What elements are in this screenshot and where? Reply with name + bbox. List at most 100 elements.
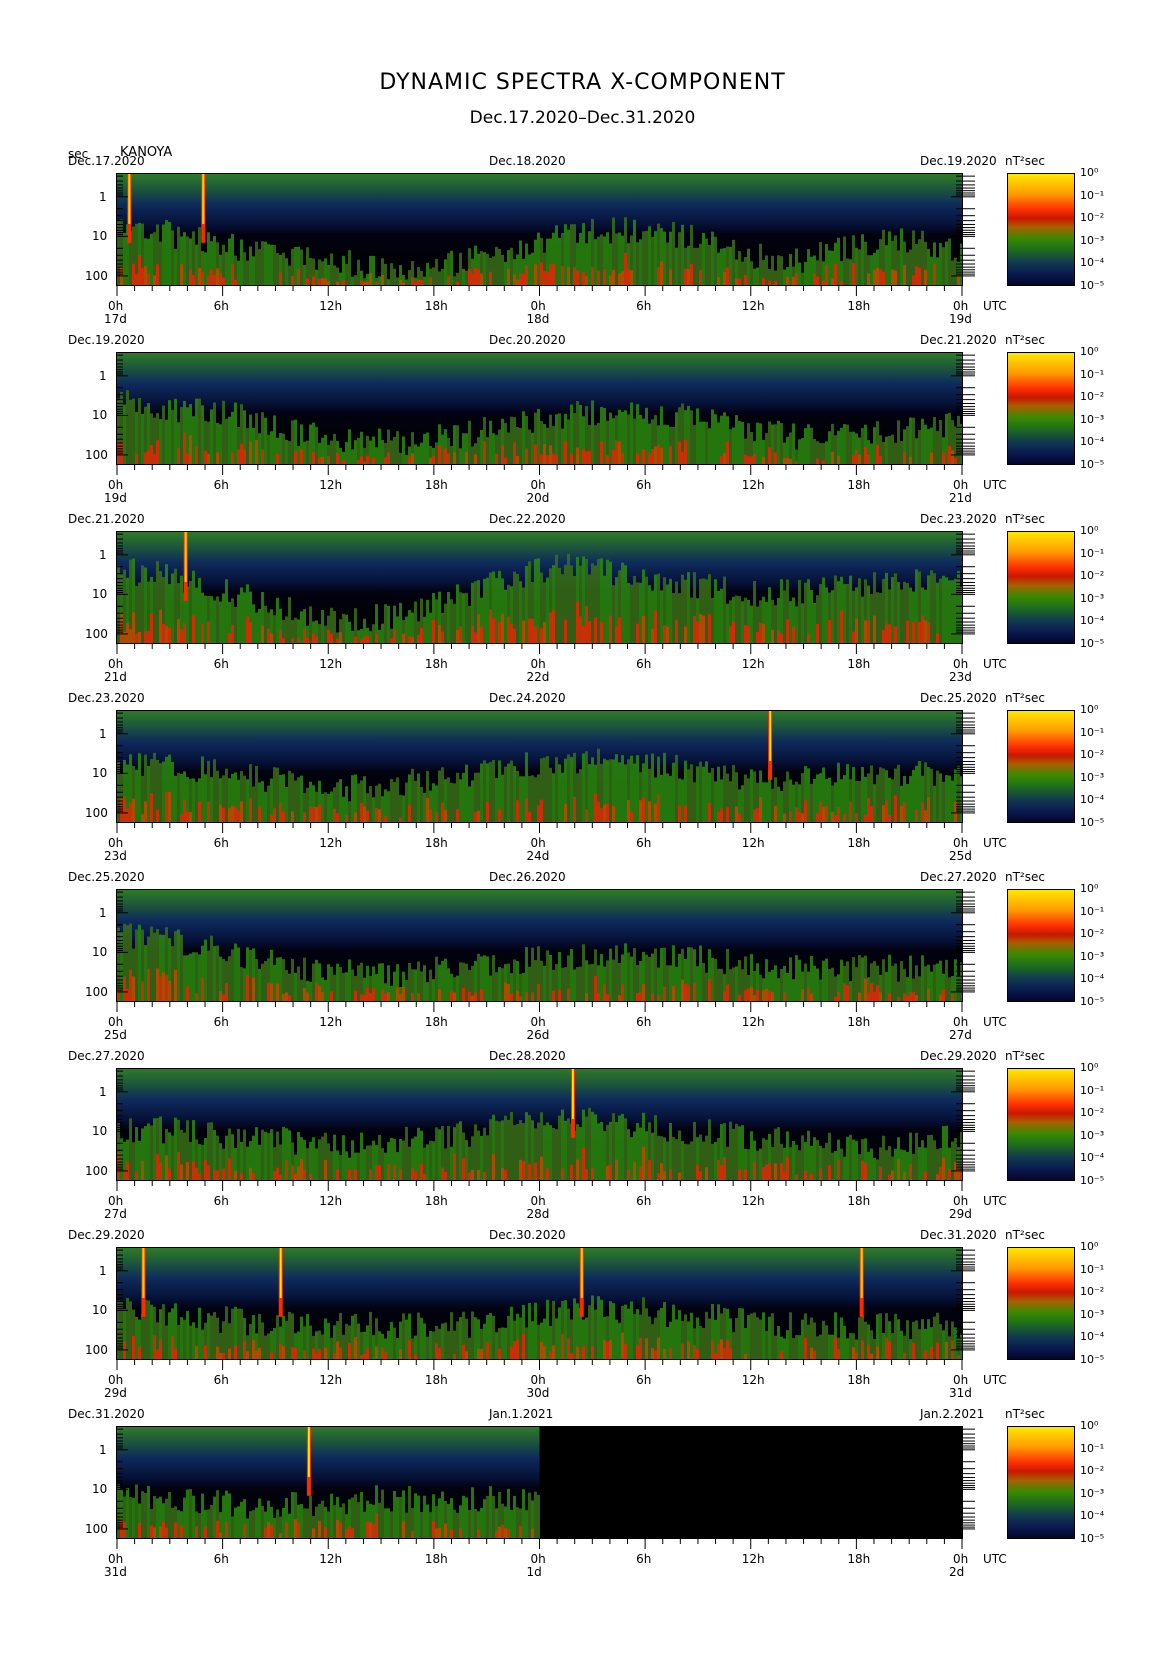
activity-column [813, 1137, 816, 1180]
high-power-patch [267, 1522, 270, 1538]
activity-column [723, 765, 726, 822]
activity-column [945, 959, 948, 1001]
high-power-patch [186, 1162, 189, 1180]
activity-column [243, 775, 246, 822]
activity-column [603, 1131, 606, 1180]
high-power-patch [549, 264, 552, 285]
activity-column [225, 1135, 228, 1180]
activity-column [165, 220, 168, 285]
high-power-patch [942, 452, 945, 464]
activity-column [480, 763, 483, 822]
high-power-patch [906, 620, 909, 643]
high-power-patch [186, 453, 189, 464]
high-power-patch [414, 1354, 417, 1359]
high-power-patch [189, 269, 192, 285]
high-power-patch [132, 263, 135, 285]
activity-column [633, 219, 636, 285]
activity-column [837, 581, 840, 643]
x-tick-label: 6h [213, 1015, 229, 1029]
high-power-patch [381, 988, 384, 1001]
high-power-patch [363, 281, 366, 285]
activity-column [510, 760, 513, 822]
high-power-patch [474, 812, 477, 822]
high-power-patch [864, 1162, 867, 1180]
activity-column [873, 784, 876, 822]
activity-column [486, 956, 489, 1001]
x-tick-label: 18h [847, 1015, 871, 1029]
activity-column [732, 1332, 735, 1359]
activity-column [762, 782, 765, 822]
day-label: 17d [104, 312, 127, 326]
high-power-patch [411, 277, 414, 285]
high-power-patch [123, 631, 126, 643]
panel-mid-date: Dec.24.2020 [489, 691, 566, 705]
high-power-patch [690, 264, 693, 285]
y-tick-label: 10 [92, 1303, 108, 1318]
activity-column [777, 1326, 780, 1359]
colorbar-unit-label: nT²sec [1005, 691, 1045, 705]
high-power-patch [726, 267, 729, 285]
high-power-patch [642, 984, 645, 1001]
activity-column [603, 407, 606, 464]
high-power-patch [825, 265, 828, 285]
activity-column [936, 963, 939, 1001]
activity-column [279, 957, 282, 1001]
activity-column [546, 756, 549, 822]
activity-column [417, 1312, 420, 1359]
activity-column [687, 769, 690, 822]
activity-column [234, 402, 237, 464]
high-power-patch [759, 622, 762, 643]
activity-column [684, 1143, 687, 1180]
activity-column [528, 254, 531, 285]
activity-column [300, 611, 303, 643]
activity-column [528, 966, 531, 1001]
activity-column [450, 1146, 453, 1180]
high-power-patch [654, 1350, 657, 1359]
activity-column [441, 960, 444, 1001]
high-power-patch [534, 1162, 537, 1180]
activity-column [753, 1312, 756, 1359]
high-power-patch [375, 633, 378, 643]
activity-column [558, 1115, 561, 1180]
activity-column [528, 429, 531, 464]
activity-column [711, 957, 714, 1001]
high-power-patch [633, 1162, 636, 1180]
high-power-patch [762, 990, 765, 1001]
x-tick-label: 12h [741, 299, 765, 313]
high-power-patch [864, 814, 867, 822]
high-power-patch [924, 1350, 927, 1359]
activity-column [633, 418, 636, 464]
activity-column [960, 423, 962, 464]
high-power-patch [651, 993, 654, 1001]
activity-column [480, 430, 483, 464]
activity-column [906, 426, 909, 464]
high-power-patch [618, 441, 621, 464]
high-power-patch [321, 456, 324, 464]
activity-column [909, 587, 912, 643]
high-power-patch [837, 992, 840, 1001]
high-power-patch [819, 1168, 822, 1180]
activity-column [618, 1322, 621, 1359]
high-power-patch [582, 272, 585, 285]
activity-column [240, 587, 243, 643]
high-power-patch [138, 1522, 141, 1538]
activity-column [819, 584, 822, 643]
high-power-patch [429, 809, 432, 822]
activity-column [174, 568, 177, 643]
high-power-patch [477, 810, 480, 822]
high-power-patch [636, 1344, 639, 1359]
activity-column [117, 1484, 120, 1538]
activity-column [873, 427, 876, 464]
high-power-patch [471, 625, 474, 643]
high-power-patch [255, 440, 258, 464]
activity-column [612, 1113, 615, 1180]
activity-column [261, 781, 264, 822]
x-tick-label: 0h [530, 1015, 546, 1029]
activity-column [600, 1122, 603, 1180]
activity-column [156, 1498, 159, 1538]
activity-column [873, 1338, 876, 1359]
high-power-patch [456, 629, 459, 643]
high-power-patch [147, 630, 150, 643]
high-power-patch [852, 631, 855, 643]
activity-column [639, 414, 642, 464]
